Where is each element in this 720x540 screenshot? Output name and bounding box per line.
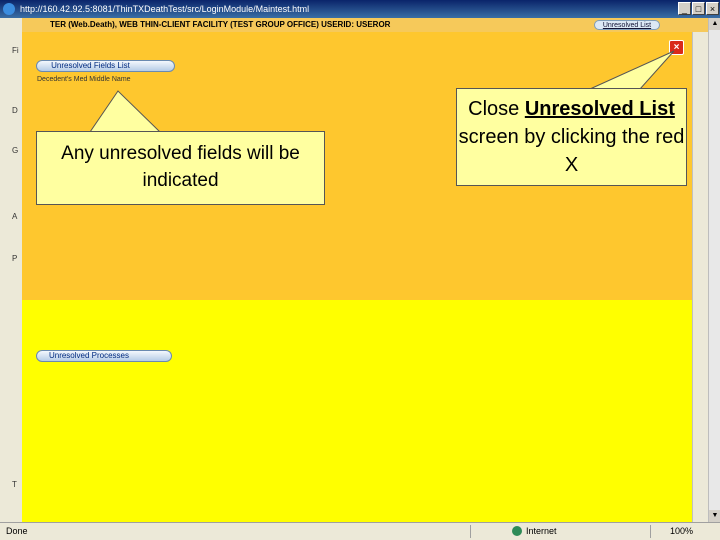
- scroll-down-icon[interactable]: ▼: [709, 510, 720, 522]
- unresolved-processes-tab[interactable]: Unresolved Processes: [36, 350, 172, 362]
- left-fragment: P: [12, 254, 18, 263]
- callout-text-pre: Close: [468, 98, 525, 120]
- unresolved-processes-panel: [22, 300, 692, 522]
- browser-icon: [3, 3, 15, 15]
- minimize-icon[interactable]: _: [678, 2, 691, 15]
- left-fragment: D: [12, 106, 18, 115]
- callout-text-emphasis: Unresolved List: [524, 98, 675, 120]
- status-divider: [470, 525, 471, 538]
- zoom-level[interactable]: 100%: [670, 523, 693, 540]
- unresolved-fields-tab-label: Unresolved Fields List: [51, 61, 130, 70]
- vertical-scrollbar[interactable]: ▲ ▼: [708, 18, 720, 522]
- left-fragment: G: [12, 146, 19, 155]
- scroll-up-icon[interactable]: ▲: [709, 18, 720, 30]
- close-panel-button[interactable]: ×: [669, 40, 684, 55]
- security-zone: Internet: [526, 526, 557, 536]
- background-page-left: Fi D G A P T: [0, 18, 23, 522]
- header-text: TER (Web.Death), WEB THIN-CLIENT FACILIT…: [50, 20, 391, 29]
- close-instruction-callout: Close Unresolved List screen by clicking…: [456, 88, 687, 186]
- window-title: http://160.42.92.5:8081/ThinTXDeathTest/…: [20, 4, 310, 14]
- status-text: Done: [6, 526, 28, 536]
- window-titlebar: http://160.42.92.5:8081/ThinTXDeathTest/…: [0, 0, 720, 18]
- status-divider: [650, 525, 651, 538]
- left-fragment: A: [12, 212, 18, 221]
- left-fragment: Fi: [12, 46, 19, 55]
- callout-text-post: screen by clicking the red X: [458, 126, 685, 176]
- left-fragment: T: [12, 480, 17, 489]
- unresolved-processes-tab-label: Unresolved Processes: [48, 351, 130, 360]
- unresolved-fields-callout: Any unresolved fields will be indicated: [36, 131, 325, 205]
- window-close-icon[interactable]: ×: [706, 2, 719, 15]
- app-header: TER (Web.Death), WEB THIN-CLIENT FACILIT…: [22, 18, 708, 32]
- unresolved-fields-tab[interactable]: Unresolved Fields List: [36, 60, 175, 72]
- status-bar: Done Internet 100%: [0, 522, 720, 540]
- unresolved-field-item[interactable]: Decedent's Med Middle Name: [37, 76, 131, 83]
- maximize-icon[interactable]: □: [692, 2, 705, 15]
- unresolved-list-link[interactable]: Unresolved List: [594, 20, 660, 30]
- internet-zone-icon: [512, 526, 522, 536]
